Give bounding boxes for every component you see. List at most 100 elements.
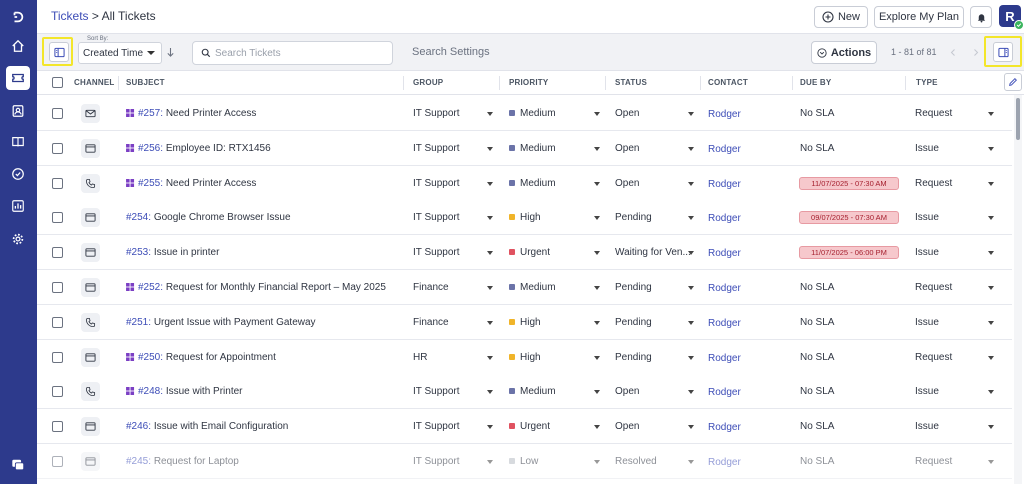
ticket-subject-link[interactable]: #250: Request for Appointment: [126, 352, 276, 363]
chevron-down-icon[interactable]: [688, 320, 694, 325]
priority-select[interactable]: High: [509, 317, 541, 328]
search-settings-link[interactable]: Search Settings: [412, 46, 490, 58]
priority-select[interactable]: Urgent: [509, 247, 550, 258]
chevron-down-icon[interactable]: [594, 216, 600, 221]
col-due-by[interactable]: DUE BY: [800, 78, 831, 87]
chevron-down-icon[interactable]: [988, 320, 994, 325]
breadcrumb-tickets-link[interactable]: Tickets: [51, 9, 89, 23]
priority-select[interactable]: Urgent: [509, 421, 550, 432]
logo-icon[interactable]: [6, 5, 30, 29]
table-row[interactable]: #254: Google Chrome Browser Issue IT Supp…: [37, 200, 1012, 236]
chevron-down-icon[interactable]: [988, 216, 994, 221]
group-select[interactable]: IT Support: [413, 212, 460, 223]
chevron-down-icon[interactable]: [487, 216, 493, 221]
status-select[interactable]: Open: [615, 421, 639, 432]
row-checkbox[interactable]: [52, 177, 63, 189]
row-checkbox[interactable]: [52, 108, 63, 119]
user-avatar[interactable]: R: [999, 5, 1024, 30]
scrollbar-thumb[interactable]: [1016, 98, 1020, 140]
chevron-down-icon[interactable]: [487, 112, 493, 116]
next-page-icon[interactable]: [973, 48, 979, 57]
row-checkbox[interactable]: [52, 386, 63, 398]
priority-select[interactable]: Medium: [509, 108, 556, 119]
chevron-down-icon[interactable]: [988, 460, 994, 464]
contact-link[interactable]: Rodger: [708, 213, 741, 224]
chevron-down-icon[interactable]: [487, 460, 493, 464]
ticket-subject-link[interactable]: #254: Google Chrome Browser Issue: [126, 212, 291, 223]
chevron-down-icon[interactable]: [594, 181, 600, 186]
toggle-filter-panel-button[interactable]: [49, 42, 69, 62]
ticket-subject-link[interactable]: #255: Need Printer Access: [126, 178, 256, 189]
row-checkbox[interactable]: [52, 316, 63, 328]
chevron-down-icon[interactable]: [594, 286, 600, 290]
home-icon[interactable]: [6, 34, 30, 58]
chevron-down-icon[interactable]: [688, 181, 694, 186]
contact-link[interactable]: Rodger: [708, 283, 741, 294]
chevron-down-icon[interactable]: [594, 390, 600, 395]
table-row[interactable]: #257: Need Printer Access IT Support Mediu…: [37, 96, 1012, 131]
status-select[interactable]: Open: [615, 108, 639, 119]
group-select[interactable]: IT Support: [413, 143, 460, 154]
group-select[interactable]: Finance: [413, 282, 449, 293]
chevron-down-icon[interactable]: [988, 355, 994, 360]
notifications-button[interactable]: [970, 6, 992, 28]
tickets-icon[interactable]: [6, 66, 30, 90]
chevron-down-icon[interactable]: [487, 425, 493, 430]
type-select[interactable]: Request: [915, 282, 952, 293]
status-select[interactable]: Waiting for Ven...: [615, 247, 691, 258]
ticket-subject-link[interactable]: #253: Issue in printer: [126, 247, 219, 258]
table-row[interactable]: #248: Issue with Printer IT Support Medium…: [37, 374, 1012, 410]
col-group[interactable]: GROUP: [413, 78, 443, 87]
contact-link[interactable]: Rodger: [708, 248, 741, 259]
new-button[interactable]: New: [814, 6, 868, 28]
type-select[interactable]: Issue: [915, 386, 939, 397]
group-select[interactable]: Finance: [413, 317, 449, 328]
status-select[interactable]: Pending: [615, 352, 652, 363]
chevron-down-icon[interactable]: [688, 425, 694, 430]
table-row[interactable]: #250: Request for Appointment HR High Pendi…: [37, 339, 1012, 375]
row-checkbox[interactable]: [52, 212, 63, 224]
search-input[interactable]: [215, 46, 385, 60]
col-contact[interactable]: CONTACT: [708, 78, 748, 87]
chevron-down-icon[interactable]: [988, 146, 994, 151]
col-status[interactable]: STATUS: [615, 78, 647, 87]
group-select[interactable]: IT Support: [413, 421, 460, 432]
contact-link[interactable]: Rodger: [708, 318, 741, 329]
table-row[interactable]: #255: Need Printer Access IT Support Mediu…: [37, 165, 1012, 201]
chevron-down-icon[interactable]: [594, 146, 600, 151]
chevron-down-icon[interactable]: [688, 355, 694, 360]
chevron-down-icon[interactable]: [988, 251, 994, 256]
priority-select[interactable]: High: [509, 352, 541, 363]
contact-link[interactable]: Rodger: [708, 387, 741, 398]
toggle-detail-panel-button[interactable]: [993, 42, 1013, 62]
table-row[interactable]: #246: Issue with Email Configuration IT S…: [37, 409, 1012, 445]
row-checkbox[interactable]: [52, 282, 63, 293]
chevron-down-icon[interactable]: [688, 112, 694, 116]
status-select[interactable]: Open: [615, 178, 639, 189]
table-row[interactable]: #256: Employee ID: RTX1456 IT Support Medi…: [37, 130, 1012, 166]
chevron-down-icon[interactable]: [688, 146, 694, 151]
chevron-down-icon[interactable]: [594, 251, 600, 256]
status-select[interactable]: Open: [615, 143, 639, 154]
chevron-down-icon[interactable]: [594, 112, 600, 116]
reports-icon[interactable]: [6, 194, 30, 218]
type-select[interactable]: Issue: [915, 143, 939, 154]
chevron-down-icon[interactable]: [988, 390, 994, 395]
knowledge-base-icon[interactable]: [6, 130, 30, 154]
priority-select[interactable]: Medium: [509, 178, 556, 189]
col-type[interactable]: TYPE: [916, 78, 938, 87]
table-row[interactable]: #245: Request for Laptop IT Support Low Res…: [37, 444, 1012, 479]
status-select[interactable]: Pending: [615, 212, 652, 223]
priority-select[interactable]: High: [509, 212, 541, 223]
row-checkbox[interactable]: [52, 247, 63, 259]
contact-link[interactable]: Rodger: [708, 109, 741, 120]
chevron-down-icon[interactable]: [988, 181, 994, 186]
actions-button[interactable]: Actions: [811, 41, 877, 64]
tasks-icon[interactable]: [6, 162, 30, 186]
chevron-down-icon[interactable]: [487, 286, 493, 290]
type-select[interactable]: Issue: [915, 421, 939, 432]
chat-icon[interactable]: [6, 453, 30, 477]
priority-select[interactable]: Medium: [509, 143, 556, 154]
priority-select[interactable]: Low: [509, 456, 538, 467]
chevron-down-icon[interactable]: [487, 390, 493, 395]
